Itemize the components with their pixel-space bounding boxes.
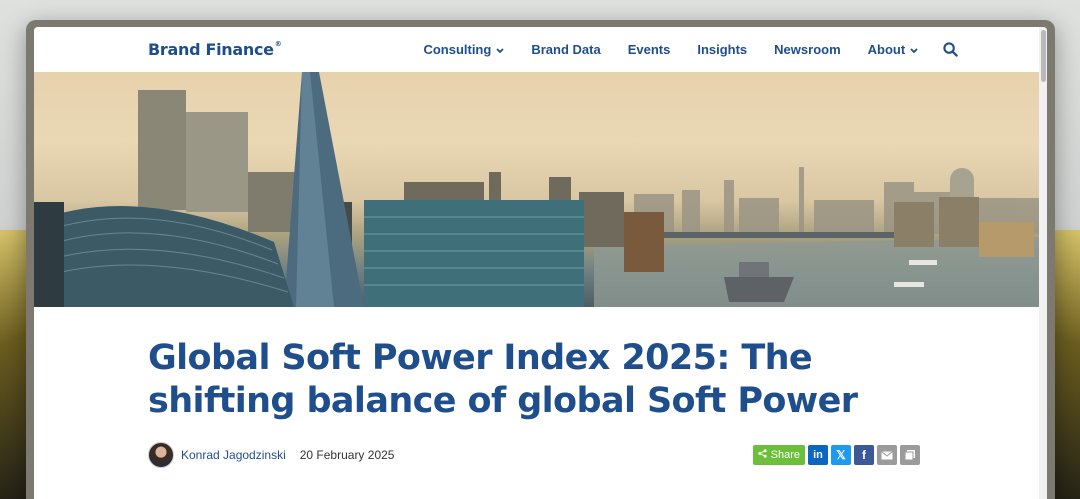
nav-consulting-label: Consulting — [423, 42, 492, 57]
author-name[interactable]: Konrad Jagodzinski — [181, 448, 286, 462]
share-label: Share — [770, 449, 800, 461]
linkedin-icon: in — [813, 449, 823, 461]
email-share-button[interactable] — [877, 445, 897, 465]
article-header: Global Soft Power Index 2025: The shifti… — [34, 307, 1047, 468]
hero-image-london-skyline — [34, 72, 1039, 307]
page-scrollbar[interactable] — [1039, 27, 1047, 499]
nav-about-label: About — [867, 42, 906, 57]
chevron-down-icon — [910, 42, 918, 57]
nav-newsroom-label: Newsroom — [774, 42, 841, 57]
brand-logo[interactable]: Brand Finance ® — [148, 40, 282, 59]
chevron-down-icon — [496, 42, 504, 57]
nav-insights-label: Insights — [697, 42, 748, 57]
author-avatar[interactable] — [148, 442, 174, 468]
nav-about[interactable]: About — [868, 42, 919, 57]
nav-insights[interactable]: Insights — [697, 42, 747, 57]
x-share-button[interactable]: 𝕏 — [831, 445, 851, 465]
nav-brand-data-label: Brand Data — [531, 42, 601, 57]
facebook-icon: f — [862, 448, 866, 462]
nav-brand-data[interactable]: Brand Data — [531, 42, 600, 57]
share-icon — [758, 449, 767, 461]
search-icon — [943, 42, 958, 57]
copy-icon — [904, 450, 915, 461]
linkedin-share-button[interactable]: in — [808, 445, 828, 465]
copy-link-button[interactable] — [900, 445, 920, 465]
site-header: Brand Finance ® Consulting Brand Data Eve… — [34, 27, 1047, 72]
browser-window: Brand Finance ® Consulting Brand Data Eve… — [26, 20, 1055, 499]
article-title: Global Soft Power Index 2025: The shifti… — [148, 338, 858, 421]
publish-date: 20 February 2025 — [299, 448, 395, 462]
article-meta: Konrad Jagodzinski 20 February 2025 Shar… — [148, 442, 920, 468]
email-icon — [881, 450, 893, 459]
scrollbar-thumb[interactable] — [1041, 30, 1046, 82]
registered-mark: ® — [274, 40, 282, 48]
nav-consulting[interactable]: Consulting — [423, 42, 504, 57]
main-nav: Consulting Brand Data Events Insights Ne… — [423, 42, 958, 57]
x-icon: 𝕏 — [836, 448, 846, 462]
share-toolbar: Share in 𝕏 f — [752, 445, 920, 465]
page-viewport: Brand Finance ® Consulting Brand Data Eve… — [34, 27, 1047, 499]
nav-newsroom[interactable]: Newsroom — [774, 42, 840, 57]
share-button[interactable]: Share — [752, 445, 805, 465]
search-button[interactable] — [943, 42, 958, 57]
nav-events[interactable]: Events — [628, 42, 671, 57]
facebook-share-button[interactable]: f — [854, 445, 874, 465]
nav-events-label: Events — [627, 42, 671, 57]
brand-name: Brand Finance — [148, 40, 274, 59]
